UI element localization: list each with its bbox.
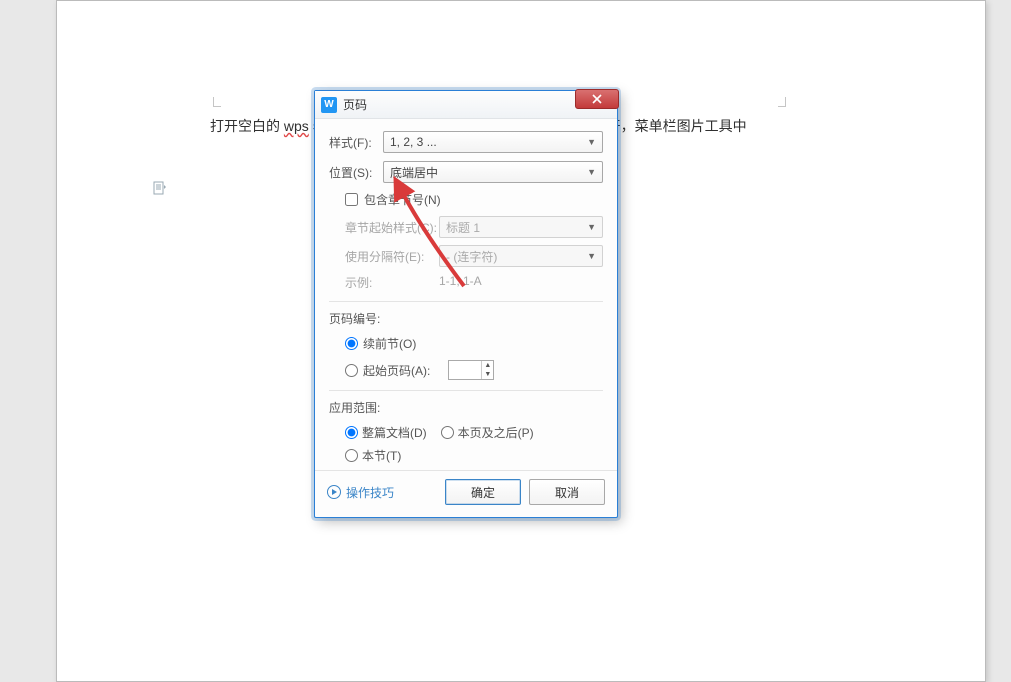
numbering-title: 页码编号:	[329, 310, 603, 327]
chevron-down-icon: ▼	[587, 222, 596, 232]
scope-from-label: 本页及之后(P)	[458, 424, 534, 441]
include-chapter-label: 包含章节号(N)	[364, 191, 441, 208]
header-margin-marker-right	[785, 97, 793, 107]
ok-label: 确定	[471, 484, 495, 501]
style-label: 样式(F):	[329, 134, 383, 151]
continue-label: 续前节(O)	[363, 335, 416, 352]
wavy-term: wps	[284, 118, 309, 134]
tips-label: 操作技巧	[346, 484, 394, 501]
position-value: 底端居中	[390, 164, 438, 181]
section-separator	[329, 390, 603, 391]
separator-label: 使用分隔符(E):	[345, 248, 439, 265]
page-number-dialog: W 页码 样式(F): 1, 2, 3 ... ▼ 位置(S): 底端居中 ▼ …	[314, 90, 618, 518]
close-button[interactable]	[575, 89, 619, 109]
scope-this-radio[interactable]	[345, 449, 358, 462]
wps-app-icon: W	[321, 97, 337, 113]
header-margin-marker-left	[213, 97, 221, 107]
cancel-label: 取消	[555, 484, 579, 501]
style-combo[interactable]: 1, 2, 3 ... ▼	[383, 131, 603, 153]
close-icon	[592, 94, 602, 104]
start-page-spinner[interactable]: ▲ ▼	[448, 360, 494, 380]
chevron-down-icon: ▼	[587, 137, 596, 147]
chapter-style-label: 章节起始样式(C):	[345, 219, 439, 236]
section-separator	[329, 301, 603, 302]
text-frag: 打开空白的	[210, 118, 284, 134]
tips-link[interactable]: 操作技巧	[327, 484, 394, 501]
play-icon	[327, 485, 341, 499]
scope-from-radio[interactable]	[441, 426, 454, 439]
separator-value: - (连字符)	[446, 248, 497, 265]
include-chapter-checkbox[interactable]	[345, 193, 358, 206]
chapter-style-value: 标题 1	[446, 219, 480, 236]
scope-this-label: 本节(T)	[362, 447, 401, 464]
paragraph-outline-icon	[152, 181, 166, 195]
dialog-body: 样式(F): 1, 2, 3 ... ▼ 位置(S): 底端居中 ▼ 包含章节号…	[315, 119, 617, 470]
position-label: 位置(S):	[329, 164, 383, 181]
continue-radio[interactable]	[345, 337, 358, 350]
chevron-down-icon: ▼	[587, 167, 596, 177]
position-combo[interactable]: 底端居中 ▼	[383, 161, 603, 183]
start-page-value	[449, 361, 481, 379]
dialog-footer: 操作技巧 确定 取消	[315, 470, 617, 517]
scope-whole-radio[interactable]	[345, 426, 358, 439]
dialog-title: 页码	[343, 96, 367, 113]
chapter-style-combo: 标题 1 ▼	[439, 216, 603, 238]
ok-button[interactable]: 确定	[445, 479, 521, 505]
spinner-down-icon[interactable]: ▼	[482, 370, 493, 379]
scope-title: 应用范围:	[329, 399, 603, 416]
dialog-titlebar[interactable]: W 页码	[315, 91, 617, 119]
style-value: 1, 2, 3 ...	[390, 135, 437, 149]
chevron-down-icon: ▼	[587, 251, 596, 261]
example-value: 1-1, 1-A	[439, 274, 482, 291]
scope-whole-label: 整篇文档(D)	[362, 424, 427, 441]
separator-combo: - (连字符) ▼	[439, 245, 603, 267]
start-page-radio[interactable]	[345, 364, 358, 377]
example-label: 示例:	[345, 274, 439, 291]
spinner-up-icon[interactable]: ▲	[482, 361, 493, 370]
cancel-button[interactable]: 取消	[529, 479, 605, 505]
start-page-label: 起始页码(A):	[363, 362, 430, 379]
